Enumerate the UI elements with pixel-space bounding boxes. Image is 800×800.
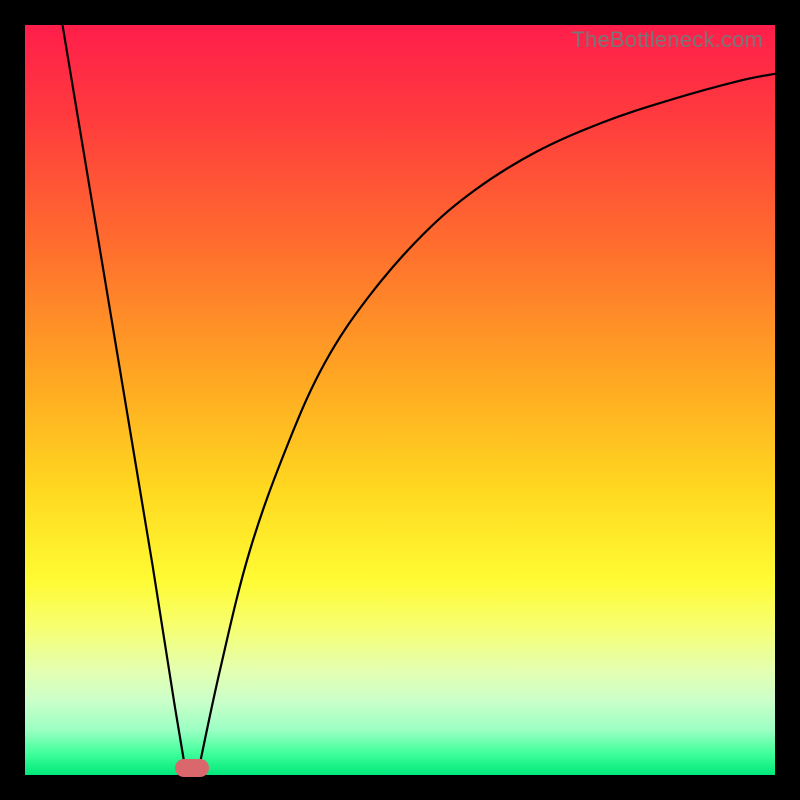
chart-frame: TheBottleneck.com (0, 0, 800, 800)
curve-path (63, 25, 776, 775)
optimal-point-marker (175, 759, 209, 777)
bottleneck-curve (25, 25, 775, 775)
plot-area: TheBottleneck.com (25, 25, 775, 775)
